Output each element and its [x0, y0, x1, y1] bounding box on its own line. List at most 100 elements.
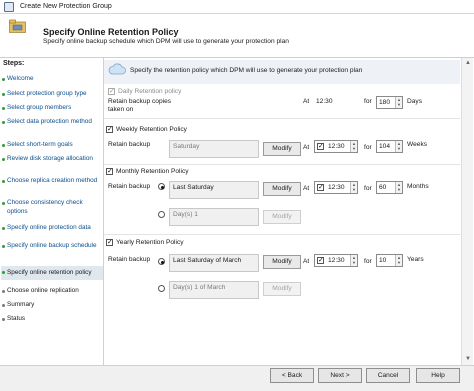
monthly-time-checkbox[interactable]: ✓ [317, 184, 324, 191]
yearly-option2-value: Day(s) 1 of March [173, 284, 226, 291]
page-title: Specify Online Retention Policy [43, 27, 179, 37]
step-select-short-term-goals[interactable]: Select short-term goals [2, 141, 103, 150]
monthly-time-input[interactable]: ✓ 12:30 ▲ ▼ [314, 181, 358, 194]
yearly-time-spinner-icon[interactable]: ▲ ▼ [350, 255, 357, 266]
step-select-data-protection-method[interactable]: Select data protection method [2, 118, 103, 127]
weekly-day-field: Saturday [169, 140, 259, 158]
weekly-time-value: 12:30 [328, 143, 345, 150]
next-button[interactable]: Next > [318, 368, 362, 383]
page-subtitle: Specify online backup schedule which DPM… [43, 38, 289, 45]
weekly-unit: Weeks [407, 141, 428, 148]
weekly-time-spinner-icon[interactable]: ▲ ▼ [350, 141, 357, 152]
monthly-option2-modify-button[interactable]: Modify [263, 210, 301, 224]
yearly-time-input[interactable]: ✓ 12:30 ▲ ▼ [314, 254, 358, 267]
monthly-time-value: 12:30 [328, 184, 345, 191]
daily-count-value: 180 [379, 99, 391, 106]
yearly-option2-radio[interactable] [158, 285, 165, 292]
step-choose-online-replication[interactable]: Choose online replication [2, 287, 103, 296]
yearly-retention-checkbox[interactable]: ✓ [106, 239, 113, 246]
divider [104, 234, 460, 235]
yearly-at-label: At [303, 258, 310, 265]
yearly-modify-button[interactable]: Modify [263, 255, 301, 269]
weekly-count-value: 104 [379, 143, 391, 150]
yearly-option2-field: Day(s) 1 of March [169, 281, 259, 299]
yearly-option1-radio[interactable] [158, 258, 165, 265]
step-choose-replica-creation[interactable]: Choose replica creation method [2, 177, 103, 186]
monthly-at-label: At [303, 185, 310, 192]
step-specify-online-backup-schedule[interactable]: Specify online backup schedule [2, 242, 103, 251]
yearly-retain-label: Retain backup [108, 256, 151, 263]
daily-retain-label: Retain backup copies taken on [108, 98, 172, 113]
yearly-count-input[interactable]: 10 ▲ ▼ [376, 254, 403, 267]
monthly-option1-radio[interactable] [158, 183, 165, 190]
yearly-for-label: for [364, 258, 372, 265]
cloud-icon [108, 63, 126, 75]
monthly-unit: Months [407, 183, 429, 190]
help-button[interactable]: Help [416, 368, 460, 383]
divider [104, 118, 460, 119]
step-summary[interactable]: Summary [2, 301, 103, 310]
monthly-count-value: 60 [379, 184, 387, 191]
weekly-time-input[interactable]: ✓ 12:30 ▲ ▼ [314, 140, 358, 153]
weekly-modify-button[interactable]: Modify [263, 142, 301, 156]
weekly-at-label: At [303, 144, 310, 151]
monthly-option2-value: Day(s) 1 [173, 211, 198, 218]
monthly-option2-radio[interactable] [158, 211, 165, 218]
steps-title: Steps: [3, 60, 25, 67]
daily-count-spinner-icon[interactable]: ▲ ▼ [395, 97, 402, 108]
weekly-for-label: for [364, 144, 372, 151]
monthly-retention-checkbox[interactable]: ✓ [106, 168, 113, 175]
weekly-retain-label: Retain backup [108, 141, 151, 148]
banner-text: Specify the retention policy which DPM w… [130, 67, 363, 74]
daily-at-label: At [303, 98, 310, 105]
cancel-button[interactable]: Cancel [366, 368, 410, 383]
yearly-retention-label: Yearly Retention Policy [116, 239, 184, 246]
monthly-for-label: for [364, 185, 372, 192]
yearly-option2-modify-button[interactable]: Modify [263, 282, 301, 296]
yearly-time-value: 12:30 [328, 257, 345, 264]
monthly-count-input[interactable]: 60 ▲ ▼ [376, 181, 403, 194]
window-title: Create New Protection Group [20, 3, 112, 10]
step-select-group-members[interactable]: Select group members [2, 104, 103, 113]
weekly-day-value: Saturday [173, 143, 200, 150]
folder-icon [9, 19, 26, 33]
daily-retention-checkbox[interactable]: ✓ [108, 88, 115, 95]
daily-time: 12:30 [316, 98, 333, 105]
weekly-retention-checkbox[interactable]: ✓ [106, 126, 113, 133]
step-select-protection-group-type[interactable]: Select protection group type [2, 90, 103, 99]
monthly-option1-value: Last Saturday [173, 184, 214, 191]
step-review-disk-storage[interactable]: Review disk storage allocation [2, 155, 103, 164]
back-button[interactable]: < Back [270, 368, 314, 383]
scroll-up-icon[interactable]: ▲ [464, 59, 472, 67]
weekly-time-checkbox[interactable]: ✓ [317, 143, 324, 150]
step-choose-consistency-check[interactable]: Choose consistency check options [2, 199, 103, 216]
step-status[interactable]: Status [2, 315, 103, 324]
step-specify-online-retention-policy[interactable]: Specify online retention policy [1, 266, 103, 280]
yearly-count-value: 10 [379, 257, 387, 264]
scroll-down-icon[interactable]: ▼ [464, 355, 472, 363]
monthly-option2-field: Day(s) 1 [169, 208, 259, 226]
monthly-modify-button[interactable]: Modify [263, 182, 301, 196]
monthly-retain-label: Retain backup [108, 183, 151, 190]
monthly-count-spinner-icon[interactable]: ▲ ▼ [395, 182, 402, 193]
weekly-count-input[interactable]: 104 ▲ ▼ [376, 140, 403, 153]
daily-retention-label: Daily Retention policy [118, 88, 182, 95]
vertical-scrollbar[interactable]: ▲ ▼ [461, 58, 473, 365]
app-icon [4, 2, 14, 12]
weekly-retention-label: Weekly Retention Policy [116, 126, 187, 133]
daily-count-input[interactable]: 180 ▲ ▼ [376, 96, 403, 109]
step-welcome[interactable]: Welcome [2, 75, 103, 84]
yearly-option1-field: Last Saturday of March [169, 254, 259, 272]
monthly-retention-label: Monthly Retention Policy [116, 168, 189, 175]
yearly-unit: Years [407, 256, 424, 263]
weekly-count-spinner-icon[interactable]: ▲ ▼ [395, 141, 402, 152]
yearly-count-spinner-icon[interactable]: ▲ ▼ [395, 255, 402, 266]
divider [104, 164, 460, 165]
monthly-option1-field: Last Saturday [169, 181, 259, 199]
monthly-time-spinner-icon[interactable]: ▲ ▼ [350, 182, 357, 193]
step-specify-online-protection-data[interactable]: Specify online protection data [2, 224, 103, 233]
yearly-option1-value: Last Saturday of March [173, 257, 242, 264]
daily-for-label: for [364, 98, 372, 105]
yearly-time-checkbox[interactable]: ✓ [317, 257, 324, 264]
daily-unit: Days [407, 98, 423, 105]
